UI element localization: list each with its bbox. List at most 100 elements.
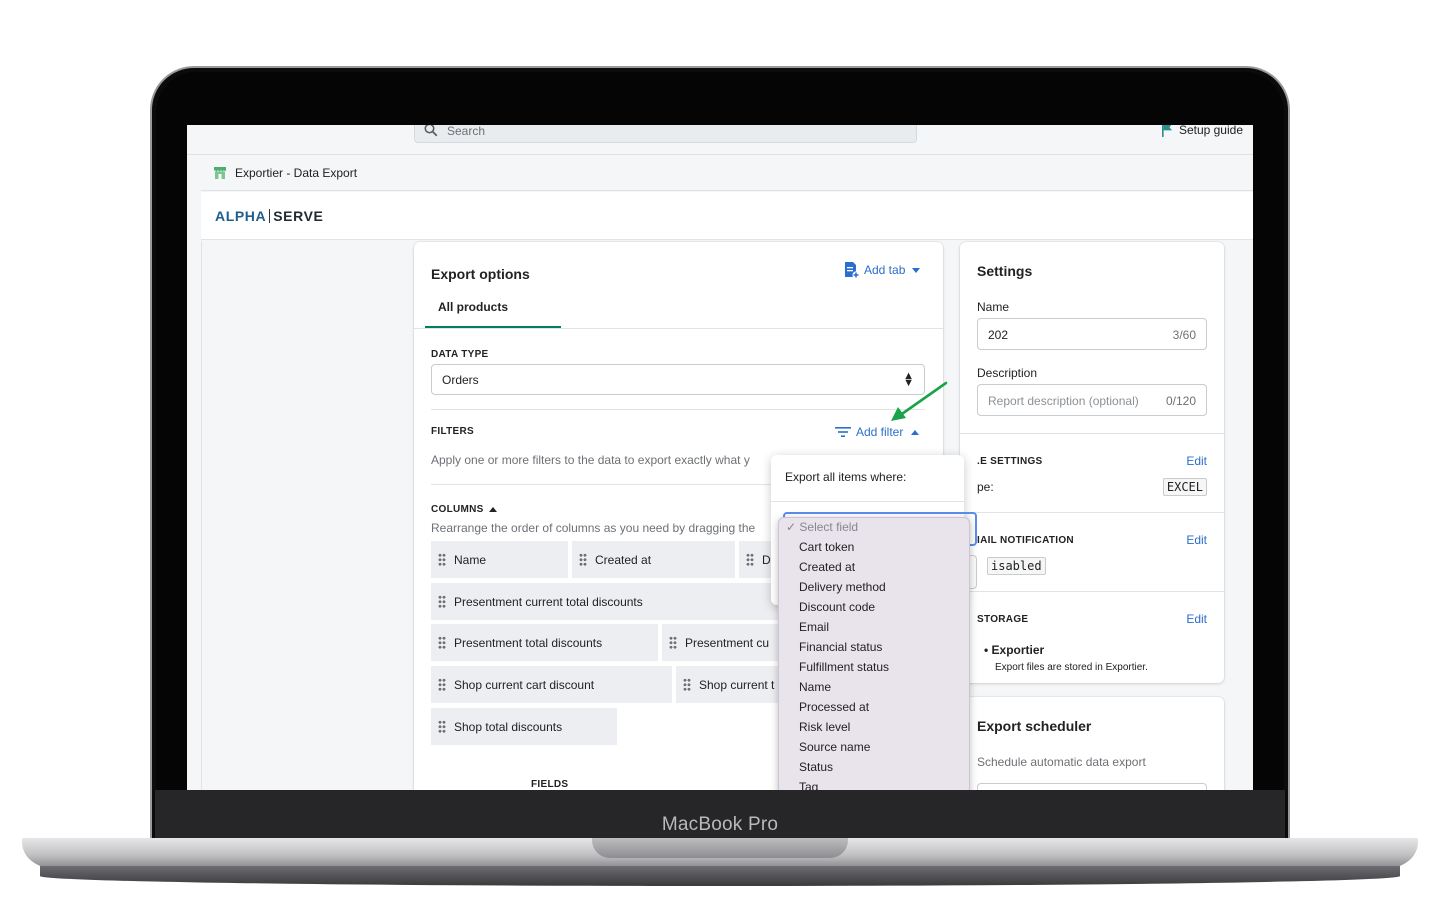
settings-title: Settings: [977, 263, 1033, 279]
tabs-divider: [414, 328, 943, 329]
columns-label: COLUMNS: [431, 504, 484, 515]
chevron-down-icon: [912, 267, 921, 273]
email-notification-edit-link[interactable]: Edit: [1186, 533, 1207, 547]
data-type-select[interactable]: Orders ▲ ▼: [431, 364, 925, 395]
field-dropdown-list: ✓ Select field Cart token Created at Del…: [778, 517, 970, 790]
drag-handle-icon: [438, 720, 446, 733]
scheduler-field[interactable]: [977, 783, 1207, 790]
column-chip[interactable]: Presentment current total discounts: [431, 583, 779, 620]
popover-title: Export all items where:: [785, 470, 907, 484]
export-scheduler-card: Export scheduler Schedule automatic data…: [960, 697, 1224, 790]
divider: [960, 591, 1224, 592]
search-icon: [424, 125, 438, 137]
dropdown-option[interactable]: Cart token: [799, 540, 854, 554]
setup-guide-link[interactable]: Setup guide: [1161, 125, 1243, 137]
columns-toggle[interactable]: COLUMNS: [431, 504, 497, 515]
columns-hint: Rearrange the order of columns as you ne…: [431, 521, 756, 535]
dropdown-option[interactable]: Tag: [799, 780, 818, 790]
add-document-icon: [845, 262, 860, 279]
file-type-label: pe:: [977, 480, 994, 494]
chevron-up-icon: [488, 507, 497, 512]
fields-label: FIELDS: [531, 779, 569, 790]
settings-card: Settings Name 202 3/60 Description Repor…: [960, 242, 1224, 683]
drag-handle-icon: [438, 636, 446, 649]
chevron-up-icon: [911, 429, 920, 435]
column-chip[interactable]: Name: [431, 541, 568, 578]
app-titlebar: Exportier - Data Export: [201, 155, 1253, 191]
file-settings-edit-link[interactable]: Edit: [1186, 454, 1207, 468]
add-filter-label: Add filter: [856, 425, 904, 439]
left-gutter: [201, 241, 414, 790]
column-chip[interactable]: Shop current cart discount: [431, 666, 672, 703]
column-chip[interactable]: Presentment cu: [662, 624, 779, 661]
drag-handle-icon: [438, 678, 446, 691]
storage-label: STORAGE: [977, 614, 1029, 625]
dropdown-option[interactable]: Financial status: [799, 640, 882, 654]
filters-hint: Apply one or more filters to the data to…: [431, 453, 750, 467]
dropdown-option[interactable]: Created at: [799, 560, 855, 574]
name-char-count: 3/60: [1172, 328, 1196, 342]
filters-label: FILTERS: [431, 426, 475, 437]
name-value: 202: [988, 328, 1009, 342]
drag-handle-icon: [669, 636, 677, 649]
email-notification-value: isabled: [987, 557, 1046, 575]
store-icon: [214, 166, 226, 179]
drag-handle-icon: [683, 678, 691, 691]
scheduler-hint: Schedule automatic data export: [977, 755, 1146, 769]
export-options-title: Export options: [431, 266, 530, 282]
dropdown-option[interactable]: Delivery method: [799, 580, 886, 594]
divider: [771, 501, 964, 502]
filter-icon: [835, 427, 851, 437]
annotation-arrow-icon: [891, 381, 948, 421]
file-settings-label: .E SETTINGS: [977, 456, 1043, 467]
drag-handle-icon: [438, 595, 446, 608]
description-field[interactable]: Report description (optional) 0/120: [977, 384, 1207, 416]
add-tab-button[interactable]: Add tab: [844, 261, 921, 279]
search-input[interactable]: Search: [414, 125, 917, 143]
storage-edit-link[interactable]: Edit: [1186, 612, 1207, 626]
storage-description: Export files are stored in Exportier.: [995, 662, 1148, 673]
file-type-value: EXCEL: [1162, 478, 1207, 496]
dropdown-option[interactable]: Status: [799, 760, 833, 774]
dropdown-option[interactable]: Source name: [799, 740, 870, 754]
drag-handle-icon: [579, 553, 587, 566]
description-char-count: 0/120: [1165, 394, 1196, 408]
laptop-notch: [592, 838, 848, 858]
laptop-base-shadow: [40, 866, 1400, 886]
column-chip[interactable]: Shop current t: [676, 666, 779, 703]
setup-guide-label: Setup guide: [1178, 125, 1243, 137]
description-placeholder: Report description (optional): [988, 394, 1139, 408]
name-field[interactable]: 202 3/60: [977, 318, 1207, 350]
scheduler-title: Export scheduler: [977, 718, 1092, 734]
app-title: Exportier - Data Export: [235, 165, 358, 180]
dropdown-option-placeholder[interactable]: ✓ Select field: [786, 520, 858, 534]
screen: Search Setup guide Exportier - Data Expo…: [187, 125, 1253, 790]
laptop-brand: MacBook Pro: [661, 814, 779, 835]
drag-handle-icon: [746, 553, 754, 566]
dropdown-option[interactable]: Email: [799, 620, 829, 634]
divider: [431, 409, 925, 410]
description-label: Description: [977, 366, 1038, 380]
column-chip[interactable]: Shop total discounts: [431, 708, 617, 745]
name-label: Name: [977, 300, 1010, 314]
column-chip[interactable]: Presentment total discounts: [431, 624, 658, 661]
email-notification-label: IAIL NOTIFICATION: [977, 535, 1074, 546]
dropdown-option[interactable]: Fulfillment status: [799, 660, 889, 674]
divider: [960, 512, 1224, 513]
search-placeholder: Search: [447, 125, 486, 138]
dropdown-option[interactable]: Risk level: [799, 720, 850, 734]
tab-all-products[interactable]: All products: [425, 296, 561, 329]
drag-handle-icon: [438, 553, 446, 566]
dropdown-option[interactable]: Discount code: [799, 600, 875, 614]
add-filter-button[interactable]: Add filter: [835, 425, 920, 439]
macbook-mockup: MacBook Pro Search Setup guide Exportier…: [0, 0, 1440, 916]
dropdown-option[interactable]: Name: [799, 680, 831, 694]
data-type-label: DATA TYPE: [431, 349, 489, 360]
divider: [960, 433, 1224, 434]
logo-bar: ALPHA SERVE: [201, 192, 1253, 240]
data-type-value: Orders: [442, 373, 479, 387]
add-tab-label: Add tab: [864, 263, 906, 277]
flag-icon: [1161, 125, 1172, 137]
column-chip[interactable]: Created at: [572, 541, 735, 578]
dropdown-option[interactable]: Processed at: [799, 700, 869, 714]
